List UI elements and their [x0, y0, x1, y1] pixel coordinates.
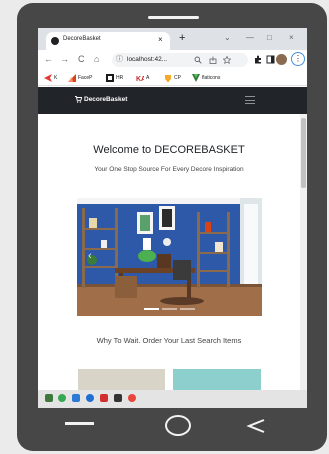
interior-office-image — [77, 198, 262, 316]
bookmark-label: FaceP — [78, 75, 93, 81]
taskbar-app-icon[interactable] — [114, 394, 122, 402]
site-brand-link[interactable]: DecoreBasket — [84, 96, 127, 103]
address-url: localhost:42... — [127, 56, 168, 63]
carousel-indicator[interactable] — [180, 308, 195, 310]
carousel-indicators — [144, 308, 196, 310]
bookmark-item[interactable]: K — [44, 74, 64, 83]
taskbar-app-icon[interactable] — [86, 394, 94, 402]
browser-menu-button[interactable]: ⋮ — [291, 52, 305, 66]
scrollbar-thumb[interactable] — [301, 118, 306, 188]
site-navbar: DecoreBasket — [38, 87, 307, 114]
phone-speaker — [148, 16, 199, 19]
bookmark-label: HR — [116, 75, 124, 81]
tab-close-icon[interactable]: × — [158, 35, 163, 45]
reload-icon[interactable]: C — [78, 54, 85, 65]
browser-tab-active[interactable]: DecoreBasket × — [46, 32, 170, 50]
window-minimize-button[interactable]: — — [246, 33, 254, 43]
taskbar-chrome-icon[interactable] — [128, 394, 136, 402]
section-heading: Why To Wait. Order Your Last Search Item… — [96, 336, 242, 345]
bookmark-label: flaticons — [202, 75, 221, 81]
taskbar-app-icon[interactable] — [58, 394, 66, 402]
carousel-indicator-active[interactable] — [144, 308, 159, 310]
bookmark-favicon-icon: KA — [136, 76, 144, 82]
welcome-heading: Welcome to DECOREBASKET — [93, 144, 245, 156]
window-close-button[interactable]: × — [289, 33, 294, 43]
bookmark-item[interactable]: flaticons — [192, 74, 232, 83]
home-icon[interactable]: ⌂ — [94, 54, 99, 65]
taskbar-app-icon[interactable] — [72, 394, 80, 402]
side-panel-icon[interactable] — [266, 55, 275, 64]
bookmark-item[interactable]: FaceP — [68, 74, 100, 83]
tab-title: DecoreBasket — [63, 36, 101, 42]
bookmark-favicon-icon — [106, 74, 114, 82]
new-tab-button[interactable]: + — [179, 32, 185, 44]
hero-carousel[interactable]: ‹ — [77, 198, 262, 316]
bookmark-favicon-icon — [165, 75, 171, 82]
cart-icon — [75, 96, 82, 103]
page-scrollbar[interactable] — [300, 114, 307, 390]
phone-screen: DecoreBasket × + ⌄ — □ × ← → C ⌂ ⓘ local… — [38, 28, 307, 408]
svg-text:KA: KA — [136, 76, 144, 82]
bookmark-label: CP — [174, 75, 181, 81]
extensions-puzzle-icon[interactable] — [254, 55, 263, 64]
home-button[interactable] — [165, 415, 191, 436]
taskbar-app-icon[interactable] — [45, 394, 53, 402]
forward-arrow-icon[interactable]: → — [60, 54, 69, 65]
os-taskbar — [38, 390, 307, 408]
bookmark-item[interactable]: KA A — [136, 74, 158, 83]
bookmark-favicon-icon — [68, 74, 76, 82]
carousel-prev-icon[interactable]: ‹ — [88, 250, 92, 262]
bookmark-label: A — [146, 75, 150, 81]
back-arrow-icon[interactable]: ← — [44, 54, 53, 65]
address-bar[interactable]: ⓘ localhost:42... — [112, 53, 248, 67]
bookmark-favicon-icon — [44, 74, 52, 82]
zoom-icon[interactable] — [194, 56, 202, 64]
browser-tab-strip: DecoreBasket × + ⌄ — □ × — [38, 28, 307, 50]
bookmark-favicon-icon — [192, 74, 200, 82]
tab-favicon-icon — [51, 37, 59, 45]
hamburger-menu-icon[interactable] — [245, 96, 255, 104]
window-maximize-button[interactable]: □ — [267, 33, 272, 43]
back-button[interactable] — [246, 418, 266, 434]
welcome-subtitle: Your One Stop Source For Every Decore In… — [94, 166, 244, 173]
bookmark-label: K — [54, 75, 58, 81]
bookmark-item[interactable]: CP — [164, 74, 186, 83]
site-info-icon[interactable]: ⓘ — [116, 55, 123, 64]
carousel-indicator[interactable] — [162, 308, 177, 310]
recents-button[interactable] — [65, 422, 94, 425]
taskbar-app-icon[interactable] — [100, 394, 108, 402]
tab-search-chevron-icon[interactable]: ⌄ — [224, 33, 231, 43]
bookmark-item[interactable]: HR — [106, 74, 130, 83]
share-icon[interactable] — [209, 56, 217, 64]
bookmark-star-icon[interactable] — [223, 56, 231, 64]
bookmarks-bar: K FaceP HR KA A CP flaticons — [38, 70, 307, 86]
profile-avatar[interactable] — [276, 54, 287, 65]
browser-toolbar: ← → C ⌂ ⓘ localhost:42... ⋮ — [38, 50, 307, 70]
phone-frame: DecoreBasket × + ⌄ — □ × ← → C ⌂ ⓘ local… — [17, 3, 327, 451]
